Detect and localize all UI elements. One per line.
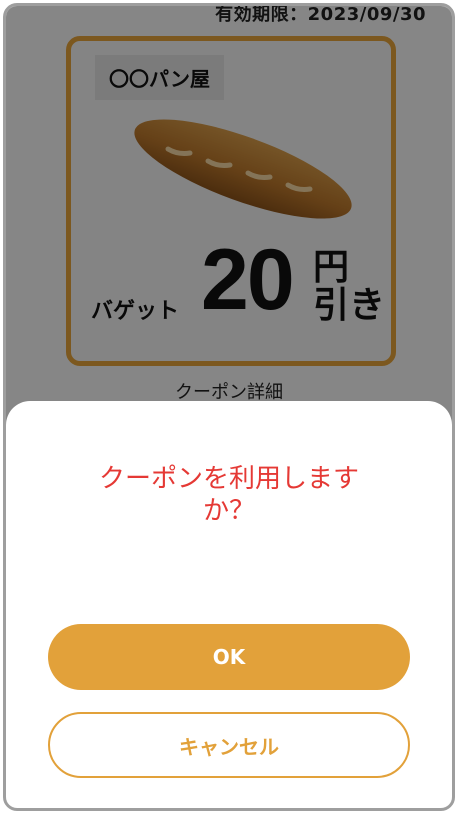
ok-button[interactable]: OK <box>48 624 410 690</box>
cancel-button[interactable]: キャンセル <box>48 712 410 778</box>
phone-frame: 有効期限：2023/09/30 〇〇パン屋 バゲット 20 円 引き クーポン詳… <box>3 3 455 811</box>
confirm-sheet: クーポンを利用しますか？ OK キャンセル <box>6 401 452 808</box>
confirm-question: クーポンを利用しますか？ <box>98 464 359 526</box>
